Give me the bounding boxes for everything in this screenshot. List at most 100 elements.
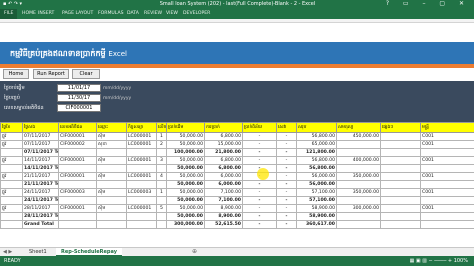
table-cell[interactable]: 56,800.00 (296, 156, 337, 165)
table-cell[interactable] (58, 196, 97, 205)
table-cell[interactable]: 07/11/2017 (22, 132, 59, 141)
column-header[interactable]: សេវា (276, 122, 297, 133)
table-cell[interactable]: 5 (156, 204, 167, 213)
table-cell[interactable]: - (276, 212, 297, 221)
sheet-tab-rep-schedulerepay[interactable]: Rep-ScheduleRepay (56, 248, 122, 256)
table-cell[interactable]: 50,000.00 (166, 156, 205, 165)
table-cell[interactable] (156, 196, 167, 205)
table-cell[interactable]: - (276, 196, 297, 205)
table-cell[interactable]: 24/11/2017 (22, 188, 59, 197)
table-cell[interactable] (336, 140, 381, 149)
table-cell[interactable]: - (276, 156, 297, 165)
table-cell[interactable] (156, 180, 167, 189)
sheet-nav-arrows[interactable]: ◀ ▶ (3, 249, 12, 255)
table-cell[interactable]: 8,900.00 (204, 212, 243, 221)
tab-formulas[interactable]: FORMULAS (98, 11, 124, 16)
table-cell[interactable]: 56,000.00 (296, 180, 337, 189)
table-cell[interactable]: - (242, 212, 277, 221)
column-header[interactable]: លើក (156, 122, 167, 133)
table-cell[interactable]: C001 (420, 132, 474, 141)
table-cell[interactable]: CIF000001 (58, 156, 97, 165)
table-cell[interactable] (126, 164, 157, 173)
run-report-button[interactable]: Run Report (33, 69, 69, 79)
table-cell[interactable] (96, 212, 127, 221)
table-cell[interactable] (96, 148, 127, 157)
table-cell[interactable] (58, 180, 97, 189)
table-cell[interactable] (380, 148, 421, 157)
table-cell[interactable]: ផ្លូវ (0, 140, 23, 149)
table-cell[interactable] (96, 196, 127, 205)
tab-developer[interactable]: DEVELOPER (183, 11, 210, 16)
tab-review[interactable]: REVIEW (144, 11, 162, 16)
table-cell[interactable]: 350,000.00 (336, 172, 381, 181)
table-cell[interactable] (380, 172, 421, 181)
table-cell[interactable]: 4 (156, 172, 167, 181)
table-cell[interactable] (126, 148, 157, 157)
clear-button[interactable]: Clear (72, 69, 100, 79)
table-cell[interactable]: - (242, 132, 277, 141)
table-cell[interactable]: 50,000.00 (166, 212, 205, 221)
table-cell[interactable] (0, 220, 23, 229)
table-cell[interactable]: CIF000002 (58, 140, 97, 149)
table-cell[interactable]: 6,800.00 (204, 132, 243, 141)
table-cell[interactable]: 450,000.00 (336, 132, 381, 141)
table-cell[interactable]: 50,000.00 (166, 164, 205, 173)
table-cell[interactable]: 6,800.00 (204, 164, 243, 173)
table-cell[interactable]: - (242, 156, 277, 165)
column-header[interactable]: ឈ្មោះ (96, 122, 127, 133)
column-header[interactable]: ប្រាក់ដើម (166, 122, 205, 133)
table-cell[interactable]: CIF000001 (58, 204, 97, 213)
table-cell[interactable]: ស៊ីម (96, 188, 127, 197)
table-cell[interactable]: - (242, 204, 277, 213)
table-cell[interactable] (336, 148, 381, 157)
zoom-controls[interactable]: ▦ ▣ ▥ − ──── + 100% (410, 258, 468, 264)
table-cell[interactable] (96, 220, 127, 229)
table-cell[interactable]: 350,000.00 (336, 188, 381, 197)
table-cell[interactable]: ផ្លូវ (0, 172, 23, 181)
table-cell[interactable]: 14/11/2017 Total (22, 164, 59, 173)
table-cell[interactable] (420, 196, 474, 205)
table-cell[interactable]: LC000001 (126, 172, 157, 181)
table-cell[interactable]: 56,800.00 (296, 132, 337, 141)
table-cell[interactable]: ស៊ីម (96, 204, 127, 213)
table-cell[interactable]: C001 (420, 172, 474, 181)
table-cell[interactable] (380, 220, 421, 229)
table-cell[interactable]: - (242, 148, 277, 157)
table-cell[interactable]: ផ្លូវ (0, 156, 23, 165)
table-cell[interactable] (336, 196, 381, 205)
column-header[interactable]: ថ្ងៃសង (22, 122, 59, 133)
table-cell[interactable]: 50,000.00 (166, 204, 205, 213)
table-cell[interactable]: - (242, 196, 277, 205)
table-cell[interactable] (336, 180, 381, 189)
table-cell[interactable] (58, 148, 97, 157)
window-controls[interactable]: ? ▭ – ▢ ✕ (386, 0, 470, 7)
table-cell[interactable] (380, 204, 421, 213)
column-header[interactable]: សរុប (296, 122, 337, 133)
table-cell[interactable] (380, 196, 421, 205)
table-cell[interactable]: 57,100.00 (296, 188, 337, 197)
table-cell[interactable]: 56,800.00 (296, 164, 337, 173)
table-cell[interactable]: ផ្លូវ (0, 204, 23, 213)
tab-data[interactable]: DATA (127, 11, 139, 16)
table-cell[interactable]: ស៊ីម (96, 172, 127, 181)
home-button[interactable]: Home (3, 69, 29, 79)
table-cell[interactable]: ផ្លូវ (0, 132, 23, 141)
table-cell[interactable] (336, 220, 381, 229)
table-cell[interactable] (156, 220, 167, 229)
table-cell[interactable]: ស៊ីម (96, 132, 127, 141)
table-cell[interactable]: 15,000.00 (204, 140, 243, 149)
table-cell[interactable]: 50,000.00 (166, 180, 205, 189)
table-cell[interactable]: 50,000.00 (166, 196, 205, 205)
table-cell[interactable]: 6,000.00 (204, 180, 243, 189)
table-cell[interactable] (126, 212, 157, 221)
table-cell[interactable]: 50,000.00 (166, 132, 205, 141)
table-cell[interactable]: 360,617.00 (296, 220, 337, 229)
table-cell[interactable]: LC000001 (126, 156, 157, 165)
table-cell[interactable] (58, 164, 97, 173)
column-header[interactable]: ប្រាក់ពិន័យ (242, 122, 277, 133)
table-cell[interactable] (58, 212, 97, 221)
customer-id-input[interactable]: CIF000001 (57, 104, 101, 112)
table-cell[interactable]: 3 (156, 156, 167, 165)
table-cell[interactable] (156, 212, 167, 221)
table-cell[interactable] (420, 212, 474, 221)
